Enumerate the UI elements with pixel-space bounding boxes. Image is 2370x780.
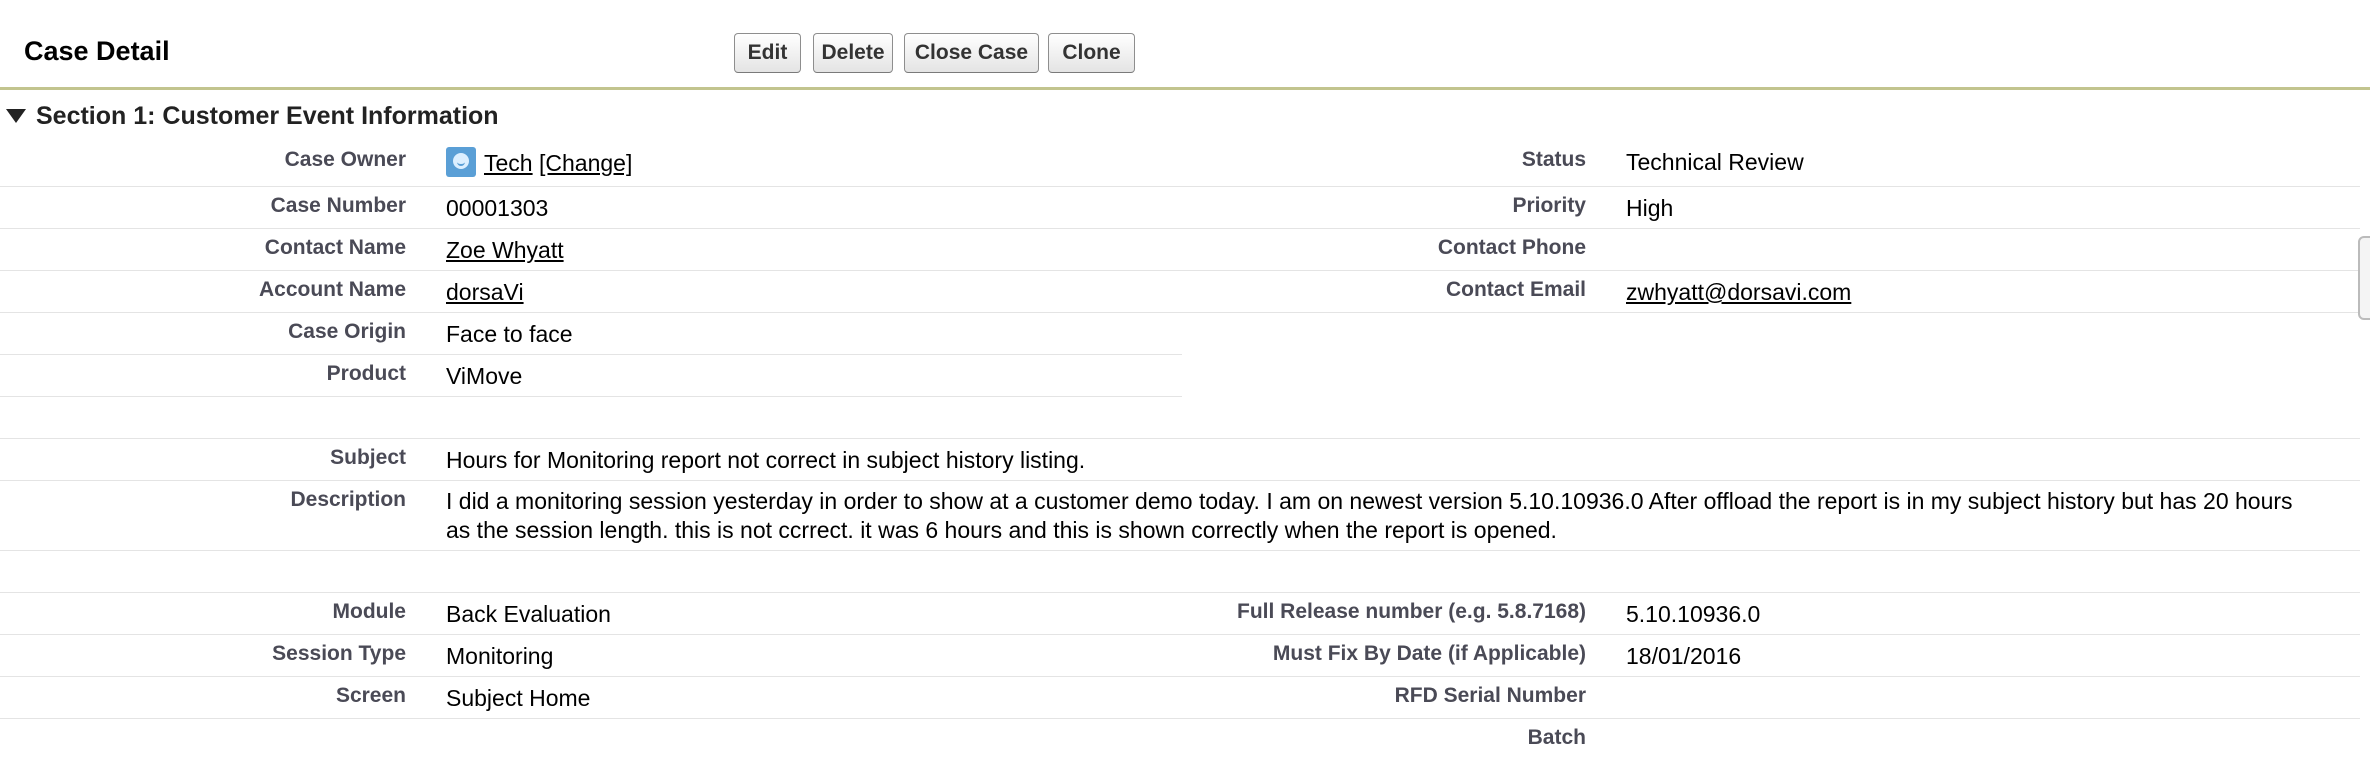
priority-value: High (1626, 195, 1674, 221)
full-release-value: 5.10.10936.0 (1626, 601, 1761, 627)
product-value: ViMove (446, 363, 523, 389)
row-divider (0, 480, 2360, 481)
case-number-label: Case Number (270, 194, 406, 217)
row-divider (0, 718, 2360, 719)
page-title: Case Detail (24, 36, 170, 66)
session-type-value: Monitoring (446, 643, 554, 669)
description-value: I did a monitoring session yesterday in … (446, 488, 2293, 543)
row-divider (0, 186, 2360, 187)
row-divider (0, 312, 2360, 313)
product-label: Product (326, 362, 406, 385)
contact-email-link[interactable]: zwhyatt@dorsavi.com (1626, 279, 1851, 306)
contact-name-link[interactable]: Zoe Whyatt (446, 237, 564, 264)
user-icon (446, 147, 476, 177)
row-divider (0, 634, 2360, 635)
module-label: Module (332, 600, 407, 623)
session-type-label: Session Type (272, 642, 406, 665)
clone-button[interactable]: Clone (1048, 33, 1135, 73)
status-label: Status (1521, 148, 1586, 171)
account-name-label: Account Name (258, 278, 406, 301)
account-name-link[interactable]: dorsaVi (446, 279, 524, 306)
batch-label: Batch (1527, 726, 1586, 749)
case-owner-link[interactable]: Tech (484, 150, 533, 176)
contact-email-label: Contact Email (1445, 278, 1586, 301)
subject-value: Hours for Monitoring report not correct … (446, 447, 1086, 473)
delete-button[interactable]: Delete (813, 33, 893, 73)
collapse-triangle-icon (6, 109, 26, 123)
row-divider (0, 228, 2360, 229)
case-origin-value: Face to face (446, 321, 573, 347)
full-release-label: Full Release number (e.g. 5.8.7168) (1237, 600, 1586, 623)
section-title: Section 1: Customer Event Information (36, 101, 499, 130)
rfd-serial-label: RFD Serial Number (1394, 684, 1586, 707)
description-label: Description (290, 488, 406, 511)
screen-label: Screen (335, 684, 406, 707)
edit-button[interactable]: Edit (734, 33, 801, 73)
row-divider (0, 270, 2360, 271)
case-owner-value: Tech [Change] (446, 147, 632, 180)
case-number-value: 00001303 (446, 195, 549, 221)
priority-label: Priority (1512, 194, 1586, 217)
module-value: Back Evaluation (446, 601, 611, 627)
change-owner-link[interactable]: [Change] (539, 150, 632, 176)
contact-name-label: Contact Name (264, 236, 406, 259)
row-divider (0, 676, 2360, 677)
row-divider (0, 354, 1182, 355)
side-panel-handle[interactable] (2358, 236, 2370, 320)
screen-value: Subject Home (446, 685, 591, 711)
section-toggle[interactable]: Section 1: Customer Event Information (6, 101, 499, 131)
row-divider (0, 550, 2360, 551)
row-divider (0, 592, 2360, 593)
must-fix-label: Must Fix By Date (if Applicable) (1272, 642, 1586, 665)
must-fix-value: 18/01/2016 (1626, 643, 1742, 669)
row-divider (0, 438, 2360, 439)
case-origin-label: Case Origin (288, 320, 406, 343)
close-case-button[interactable]: Close Case (904, 33, 1039, 73)
status-value: Technical Review (1626, 149, 1804, 175)
case-owner-label: Case Owner (284, 148, 406, 171)
subject-label: Subject (330, 446, 406, 469)
contact-phone-label: Contact Phone (1437, 236, 1586, 259)
row-divider (0, 396, 1182, 397)
header-divider (0, 87, 2370, 90)
